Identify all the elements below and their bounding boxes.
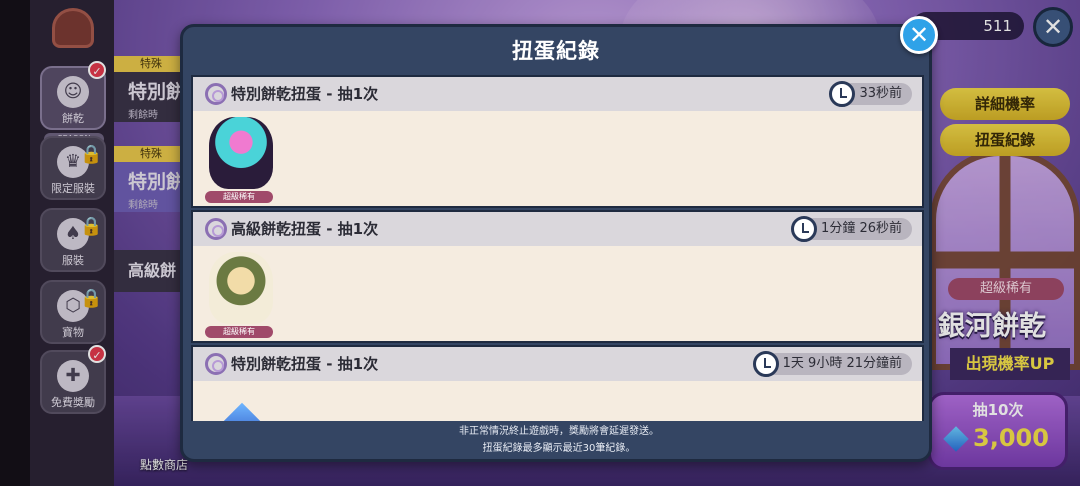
- row-header: 特別餅乾扭蛋 - 抽1次 1天 9小時 21分鐘前: [193, 347, 922, 381]
- cookie-portrait: [209, 252, 273, 324]
- rarity-badge: 超級稀有: [205, 326, 273, 338]
- footer-note: 扭蛋紀錄最多顯示最近30筆紀錄。: [482, 443, 636, 454]
- gacha-record-row: 高級餅乾扭蛋 - 抽1次 1分鐘 26秒前 超級稀有: [191, 210, 924, 343]
- modal-footer: 非正常情況終止遊戲時，獎勵將會延遲發送。 扭蛋紀錄最多顯示最近30筆紀錄。: [183, 423, 929, 457]
- record-time-text: 1天 9小時 21分鐘前: [782, 356, 902, 371]
- gacha-record-list[interactable]: 特別餅乾扭蛋 - 抽1次 33秒前 超級稀有 高級餅乾扭蛋 - 抽1次 1分鐘 …: [191, 75, 924, 421]
- gacha-record-modal: 扭蛋紀錄 特別餅乾扭蛋 - 抽1次 33秒前 超級稀有 高級餅乾扭蛋 - 抽1次: [180, 24, 932, 462]
- record-time-text: 1分鐘 26秒前: [821, 221, 902, 236]
- gacha-record-row: 特別餅乾扭蛋 - 抽1次 33秒前 超級稀有: [191, 75, 924, 208]
- row-header: 高級餅乾扭蛋 - 抽1次 1分鐘 26秒前: [193, 212, 922, 246]
- row-header: 特別餅乾扭蛋 - 抽1次 33秒前: [193, 77, 922, 111]
- clock-icon: [829, 81, 856, 107]
- gem-result-icon[interactable]: [220, 402, 264, 421]
- record-time-text: 33秒前: [859, 86, 902, 101]
- cookie-result[interactable]: 超級稀有: [199, 252, 283, 340]
- modal-close-button[interactable]: ✕: [900, 16, 938, 54]
- swirl-icon: [205, 218, 227, 240]
- record-time: 1分鐘 26秒前: [791, 216, 912, 242]
- modal-title: 扭蛋紀錄: [512, 39, 600, 63]
- swirl-icon: [205, 353, 227, 375]
- swirl-icon: [205, 83, 227, 105]
- cookie-result[interactable]: 超級稀有: [199, 117, 283, 205]
- clock-icon: [752, 351, 779, 377]
- record-time: 33秒前: [829, 81, 912, 107]
- clock-icon: [791, 216, 818, 242]
- record-title: 高級餅乾扭蛋 - 抽1次: [231, 220, 379, 238]
- record-title: 特別餅乾扭蛋 - 抽1次: [231, 85, 379, 103]
- rarity-badge: 超級稀有: [205, 191, 273, 203]
- gacha-record-row: 特別餅乾扭蛋 - 抽1次 1天 9小時 21分鐘前: [191, 345, 924, 421]
- cookie-portrait: [209, 117, 273, 189]
- record-time: 1天 9小時 21分鐘前: [752, 351, 912, 377]
- record-title: 特別餅乾扭蛋 - 抽1次: [231, 355, 379, 373]
- footer-note: 非正常情況終止遊戲時，獎勵將會延遲發送。: [459, 426, 659, 437]
